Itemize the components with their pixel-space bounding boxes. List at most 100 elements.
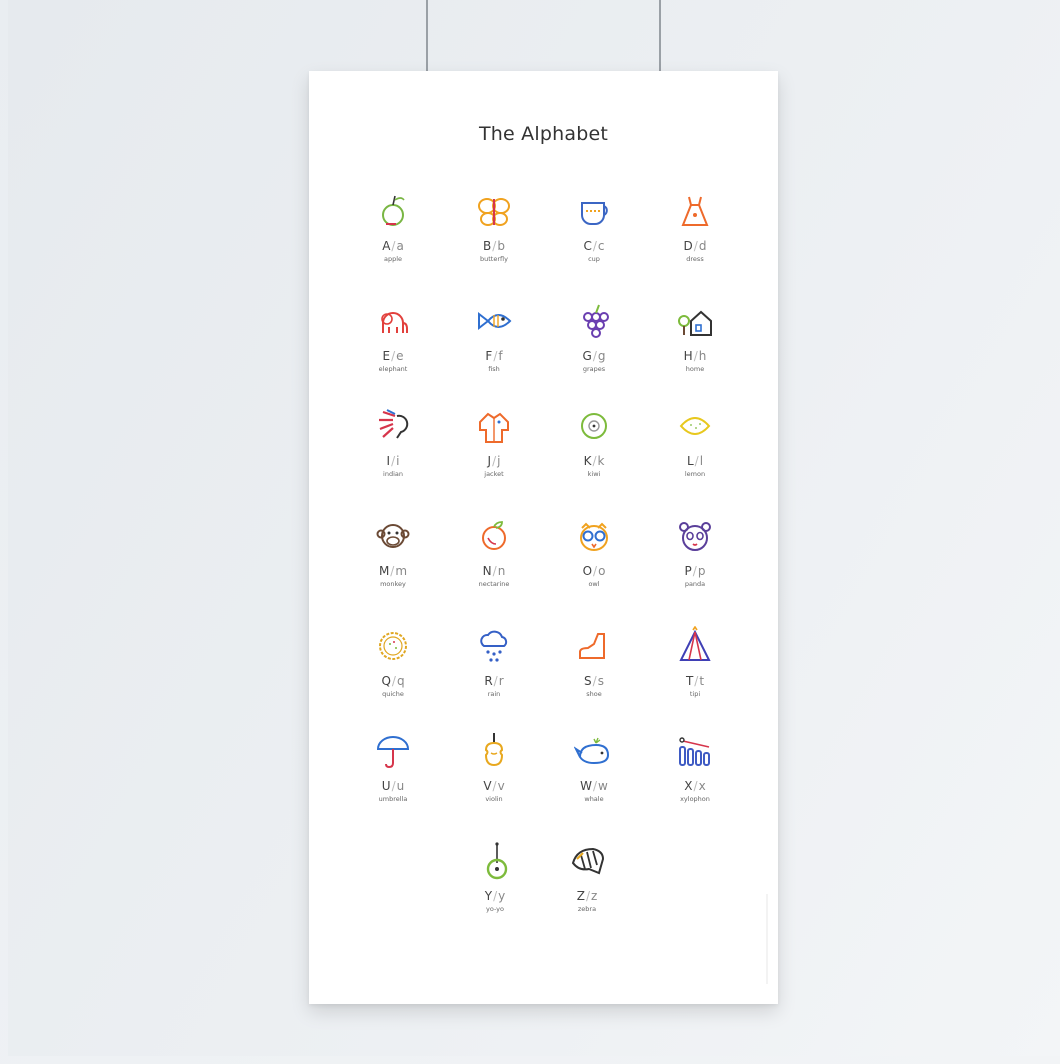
uppercase-letter: K [583,454,592,468]
zebra-icon [571,847,605,875]
letter-card-y: Y/y yo-yo [455,841,535,937]
letter-separator: / [493,889,498,903]
hanging-wire-right [659,0,661,72]
uppercase-letter: T [685,674,694,688]
letter-card-a: A/a apple [353,191,433,287]
letter-card-i: I/i indian [353,406,433,502]
lowercase-letter: q [396,674,405,688]
uppercase-letter: I [386,454,391,468]
lowercase-letter: h [698,349,707,363]
example-word: lemon [684,470,706,478]
letter-separator: / [694,674,699,688]
letter-separator: / [693,349,698,363]
rain-cloud-icon [480,630,508,662]
poster-edge-mark [766,894,768,984]
example-word: owl [588,580,600,588]
lowercase-letter: v [497,779,505,793]
letter-separator: / [391,454,396,468]
uppercase-letter: A [382,239,391,253]
example-word: apple [383,255,403,263]
lowercase-letter: g [597,349,606,363]
example-word: fish [488,365,500,373]
letter-pair: T/t [655,674,735,688]
lowercase-letter: s [597,674,604,688]
letter-pair: R/r [454,674,534,688]
uppercase-letter: V [483,779,492,793]
example-word: violin [485,795,503,803]
indian-icon [379,409,409,439]
example-word: elephant [378,365,408,373]
letter-separator: / [592,454,597,468]
letter-card-u: U/u umbrella [353,731,433,827]
alphabet-poster: The Alphabet A/a apple B/b butterfly C/c cup D… [309,71,778,1004]
letter-separator: / [692,564,697,578]
lowercase-letter: d [698,239,707,253]
example-word: kiwi [587,470,601,478]
uppercase-letter: E [382,349,391,363]
letter-separator: / [694,454,699,468]
letter-separator: / [592,674,597,688]
lowercase-letter: b [497,239,505,253]
uppercase-letter: Y [484,889,493,903]
lowercase-letter: x [698,779,706,793]
lowercase-letter: u [396,779,405,793]
uppercase-letter: M [378,564,390,578]
letter-pair: E/e [353,349,433,363]
letter-separator: / [390,564,395,578]
uppercase-letter: X [684,779,693,793]
lowercase-letter: i [396,454,400,468]
tipi-icon [679,626,711,661]
elephant-icon [381,312,408,333]
letter-separator: / [391,349,396,363]
example-word: quiche [382,690,404,698]
home-icon [678,310,712,336]
letter-pair: D/d [655,239,735,253]
example-word: home [685,365,705,373]
lowercase-letter: m [395,564,408,578]
jacket-icon [479,412,509,443]
owl-icon [580,522,608,551]
letter-pair: B/b [454,239,534,253]
letter-pair: X/x [655,779,735,793]
letter-pair: L/l [655,454,735,468]
letter-card-v: V/v violin [454,731,534,827]
letter-card-t: T/t tipi [655,626,735,722]
letter-separator: / [391,674,396,688]
letter-card-h: H/h home [655,301,735,397]
example-word: umbrella [378,795,408,803]
nectarine-icon [482,521,506,550]
poster-title: The Alphabet [479,123,608,145]
letter-separator: / [391,239,396,253]
letter-pair: K/k [554,454,634,468]
example-word: jacket [484,470,504,478]
yo-yo-icon [486,842,508,880]
uppercase-letter: J [487,454,492,468]
letter-card-j: J/j jacket [454,406,534,502]
uppercase-letter: G [582,349,592,363]
letter-card-g: G/g grapes [554,301,634,397]
example-word: zebra [577,905,597,913]
letter-card-r: R/r rain [454,626,534,722]
uppercase-letter: W [580,779,592,793]
letter-pair: W/w [554,779,634,793]
letter-pair: Y/y [455,889,535,903]
example-word: yo-yo [486,905,504,913]
whale-icon [574,737,610,765]
lowercase-letter: z [590,889,598,903]
xylophone-icon [679,737,710,766]
uppercase-letter: S [584,674,592,688]
letter-pair: A/a [353,239,433,253]
letter-card-e: E/e elephant [353,301,433,397]
kiwi-icon [581,413,607,439]
letter-separator: / [492,564,497,578]
lowercase-letter: c [597,239,605,253]
uppercase-letter: P [684,564,692,578]
shoe-icon [579,633,605,659]
letter-card-k: K/k kiwi [554,406,634,502]
violin-icon [484,733,504,767]
letter-pair: I/i [353,454,433,468]
letter-card-d: D/d dress [655,191,735,287]
apple-icon [382,195,405,226]
uppercase-letter: Q [381,674,391,688]
example-word: rain [487,690,501,698]
